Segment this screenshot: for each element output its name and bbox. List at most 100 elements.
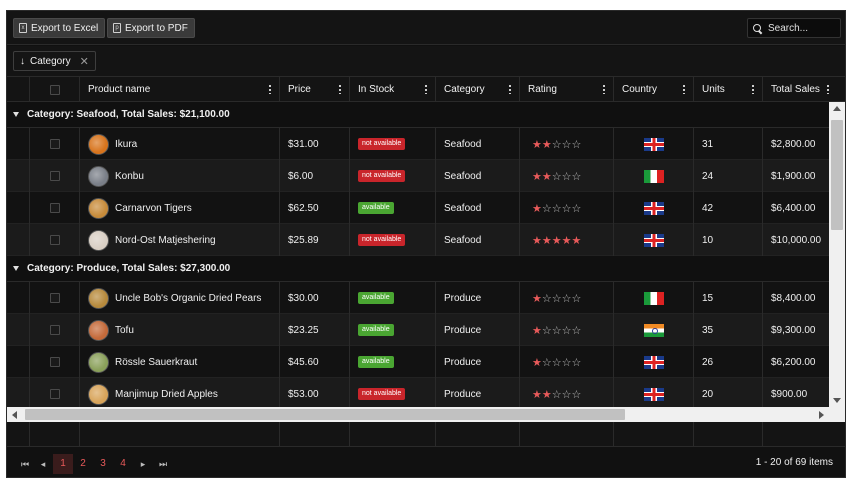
column-header-4[interactable]: Category — [435, 77, 519, 102]
last-page-icon[interactable]: ⏭ — [155, 456, 171, 472]
group-indent-cell — [7, 224, 29, 256]
column-header-7[interactable]: Units — [693, 77, 762, 102]
total-sales-value: $9,300.00 — [771, 324, 816, 336]
page-button-2[interactable]: 2 — [75, 456, 91, 472]
next-page-icon[interactable]: ▸ — [135, 456, 151, 472]
select-cell[interactable] — [29, 346, 79, 378]
horizontal-scrollbar[interactable] — [7, 407, 829, 422]
column-header-3[interactable]: In Stock — [349, 77, 435, 102]
table-row[interactable]: Konbu $6.00 not available Seafood ★★☆☆☆ 24 $1,… — [7, 160, 829, 192]
select-all-cell[interactable] — [29, 77, 79, 102]
column-menu-icon[interactable] — [827, 84, 829, 94]
export-excel-button[interactable]: x Export to Excel — [13, 18, 106, 38]
row-checkbox[interactable] — [50, 293, 60, 303]
price-cell: $31.00 — [279, 128, 349, 160]
star-filled-icon: ★ — [541, 234, 552, 247]
rating-cell: ★☆☆☆☆ — [519, 192, 613, 224]
collapse-group-icon[interactable] — [13, 266, 19, 271]
column-header-label: Total Sales — [771, 84, 820, 95]
row-checkbox[interactable] — [50, 171, 60, 181]
search-input[interactable]: Search... — [747, 18, 841, 38]
column-header-row: Product name Price In Stock Category Rating C… — [7, 77, 845, 102]
star-empty-icon: ☆ — [571, 170, 582, 183]
sort-arrow-down-icon[interactable]: ↓ — [20, 56, 25, 67]
table-row[interactable]: Tofu $23.25 available Produce ★☆☆☆☆ 35 $9,300.… — [7, 314, 829, 346]
table-row[interactable]: Nord-Ost Matjeshering $25.89 not available… — [7, 224, 829, 256]
total-sales-cell: $10,000.00 — [762, 224, 829, 256]
pdf-file-icon: p — [113, 23, 121, 33]
total-sales-cell: $900.00 — [762, 378, 829, 407]
table-row[interactable]: Carnarvon Tigers $62.50 available Seafood ★☆… — [7, 192, 829, 224]
uk-flag-icon — [644, 233, 664, 247]
total-sales-cell: $2,800.00 — [762, 128, 829, 160]
country-cell — [613, 314, 693, 346]
column-menu-icon[interactable] — [752, 84, 754, 94]
column-menu-icon[interactable] — [269, 84, 271, 94]
units-cell: 26 — [693, 346, 762, 378]
scroll-left-icon[interactable] — [12, 411, 17, 419]
horizontal-scroll-thumb[interactable] — [25, 409, 625, 420]
remove-group-icon[interactable]: ✕ — [80, 55, 89, 68]
page-button-3[interactable]: 3 — [95, 456, 111, 472]
scroll-up-icon[interactable] — [833, 106, 841, 111]
table-row[interactable]: Manjimup Dried Apples $53.00 not available… — [7, 378, 829, 407]
group-header-row[interactable]: Category: Seafood, Total Sales: $21,100.… — [7, 102, 829, 128]
prev-page-icon[interactable]: ◂ — [35, 456, 51, 472]
first-page-icon[interactable]: ⏮ — [17, 456, 33, 472]
select-cell[interactable] — [29, 128, 79, 160]
column-menu-icon[interactable] — [683, 84, 685, 94]
italy-flag-icon — [644, 169, 664, 183]
vertical-scroll-thumb[interactable] — [831, 120, 843, 230]
stock-badge: available — [358, 324, 394, 336]
column-menu-icon[interactable] — [425, 84, 427, 94]
select-cell[interactable] — [29, 378, 79, 407]
column-header-5[interactable]: Rating — [519, 77, 613, 102]
select-cell[interactable] — [29, 192, 79, 224]
column-header-2[interactable]: Price — [279, 77, 349, 102]
column-header-8[interactable]: Total Sales — [762, 77, 837, 102]
price-cell: $30.00 — [279, 282, 349, 314]
row-checkbox[interactable] — [50, 389, 60, 399]
select-cell[interactable] — [29, 224, 79, 256]
page-button-1[interactable]: 1 — [53, 454, 73, 474]
star-empty-icon: ☆ — [571, 388, 582, 401]
row-checkbox[interactable] — [50, 325, 60, 335]
total-sales-cell: $9,300.00 — [762, 314, 829, 346]
scroll-down-icon[interactable] — [833, 398, 841, 403]
in-stock-cell: available — [349, 282, 435, 314]
units-value: 31 — [702, 138, 714, 150]
scroll-right-icon[interactable] — [819, 411, 824, 419]
column-header-1[interactable]: Product name — [79, 77, 279, 102]
group-chip-category[interactable]: ↓ Category ✕ — [13, 51, 96, 71]
star-empty-icon: ☆ — [561, 324, 572, 337]
column-menu-icon[interactable] — [603, 84, 605, 94]
price-value: $25.89 — [288, 234, 319, 246]
select-all-checkbox[interactable] — [50, 84, 60, 95]
column-menu-icon[interactable] — [509, 84, 511, 94]
group-indent-header — [7, 77, 29, 102]
rating-stars: ★★☆☆☆ — [532, 170, 581, 183]
column-menu-icon[interactable] — [339, 84, 341, 94]
row-checkbox[interactable] — [50, 203, 60, 213]
page-button-4[interactable]: 4 — [115, 456, 131, 472]
export-pdf-button[interactable]: p Export to PDF — [107, 18, 195, 38]
in-stock-cell: available — [349, 314, 435, 346]
price-value: $45.60 — [288, 356, 319, 368]
row-checkbox[interactable] — [50, 357, 60, 367]
product-name-cell: Rössle Sauerkraut — [79, 346, 279, 378]
table-row[interactable]: Uncle Bob's Organic Dried Pears $30.00 ava… — [7, 282, 829, 314]
total-sales-value: $1,900.00 — [771, 170, 816, 182]
select-cell[interactable] — [29, 314, 79, 346]
select-cell[interactable] — [29, 282, 79, 314]
table-row[interactable]: Ikura $31.00 not available Seafood ★★☆☆☆ 31 $2… — [7, 128, 829, 160]
column-header-label: Units — [702, 84, 725, 95]
table-row[interactable]: Rössle Sauerkraut $45.60 available Produce ★… — [7, 346, 829, 378]
row-checkbox[interactable] — [50, 139, 60, 149]
category-value: Seafood — [444, 138, 482, 150]
collapse-group-icon[interactable] — [13, 112, 19, 117]
vertical-scrollbar[interactable] — [829, 102, 845, 407]
group-header-row[interactable]: Category: Produce, Total Sales: $27,300.… — [7, 256, 829, 282]
select-cell[interactable] — [29, 160, 79, 192]
row-checkbox[interactable] — [50, 235, 60, 245]
column-header-6[interactable]: Country — [613, 77, 693, 102]
